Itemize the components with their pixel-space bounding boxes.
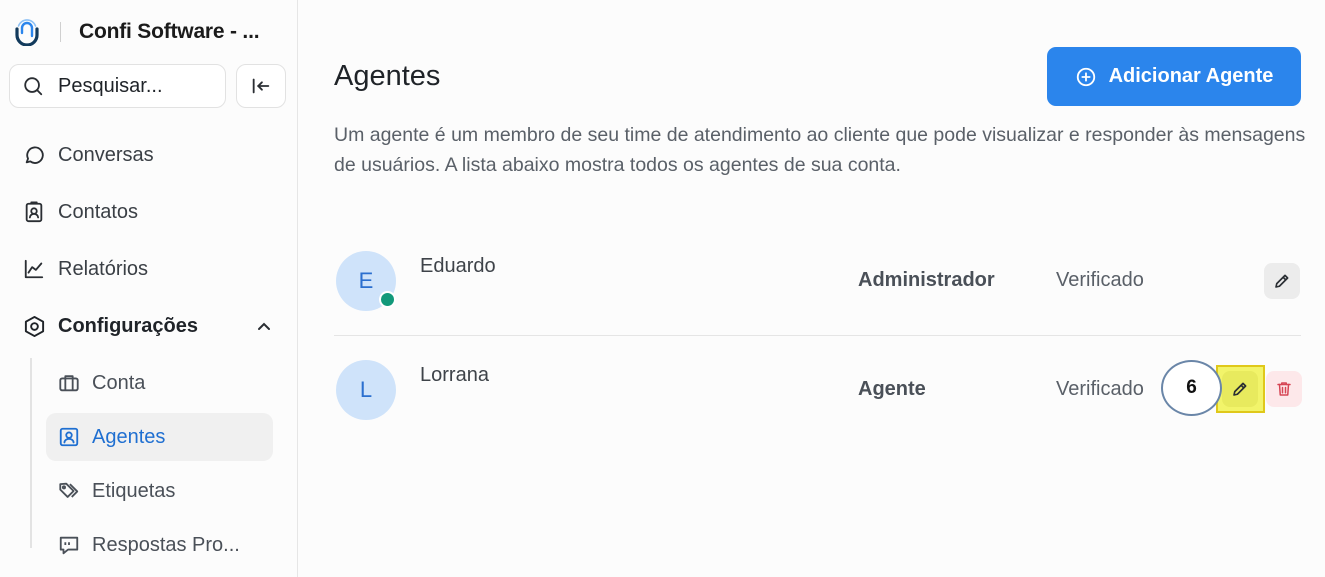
agent-role: Agente <box>858 378 926 400</box>
agent-status: Verificado <box>1056 269 1144 291</box>
collapse-left-icon <box>252 78 270 94</box>
sidebar-subitem-label: Conta <box>92 371 146 394</box>
line-chart-icon <box>22 257 46 281</box>
sidebar-item-label: Conversas <box>58 143 154 166</box>
brand-divider <box>60 22 61 42</box>
sidebar-item-label: Relatórios <box>58 257 149 280</box>
sidebar-item-conversas[interactable]: Conversas <box>22 140 154 170</box>
edit-agent-button[interactable] <box>1264 263 1300 299</box>
canned-response-icon <box>59 536 79 555</box>
add-agent-label: Adicionar Agente <box>1108 65 1274 87</box>
agent-name: Lorrana <box>420 364 489 386</box>
pencil-icon <box>1275 274 1289 288</box>
delete-agent-button[interactable] <box>1266 371 1302 407</box>
settings-hexagon-icon <box>22 314 46 338</box>
briefcase-icon <box>59 375 79 392</box>
step-marker-label: 6 <box>1186 377 1197 398</box>
brand-logo-icon <box>15 19 39 46</box>
search-icon <box>24 77 43 96</box>
online-status-dot <box>379 291 396 308</box>
sidebar-item-respostas[interactable]: Respostas Pro... <box>46 521 273 569</box>
avatar: L <box>336 360 396 420</box>
sidebar-item-conta[interactable]: Conta <box>46 359 273 407</box>
sidebar-item-agentes[interactable]: Agentes <box>46 413 273 461</box>
collapse-sidebar-button[interactable] <box>236 64 286 108</box>
sidebar-subitem-label: Respostas Pro... <box>92 533 240 556</box>
row-divider <box>334 335 1301 336</box>
sidebar-item-relatorios[interactable]: Relatórios <box>22 254 148 284</box>
agent-icon <box>59 427 79 447</box>
account-name[interactable]: Confi Software - ... <box>79 20 260 44</box>
avatar-initial: L <box>359 377 373 402</box>
chevron-up-icon[interactable] <box>256 318 272 334</box>
sidebar-subitem-label: Agentes <box>92 425 166 448</box>
sidebar-item-label: Configurações <box>58 314 199 337</box>
sidebar-item-etiquetas[interactable]: Etiquetas <box>46 467 273 515</box>
page-title: Agentes <box>334 60 441 92</box>
agent-status: Verificado <box>1056 378 1144 400</box>
sidebar-subitem-label: Etiquetas <box>92 479 176 502</box>
sidebar-item-configuracoes[interactable]: Configurações <box>22 311 198 341</box>
page-description: Um agente é um membro de seu time de ate… <box>334 124 1306 176</box>
tags-icon <box>59 482 79 498</box>
agent-role: Administrador <box>858 269 995 291</box>
chat-bubble-icon <box>22 143 46 167</box>
settings-tree-line <box>30 358 32 548</box>
search-placeholder: Pesquisar... <box>58 74 163 97</box>
add-agent-button[interactable]: Adicionar Agente <box>1047 47 1301 106</box>
sidebar-item-label: Contatos <box>58 200 139 223</box>
plus-circle-icon <box>1076 67 1095 86</box>
sidebar-item-contatos[interactable]: Contatos <box>22 197 138 227</box>
avatar-initial: E <box>358 268 374 293</box>
search-input[interactable]: Pesquisar... <box>9 64 226 108</box>
sidebar: Confi Software - ... Pesquisar... Conver… <box>0 0 298 577</box>
step-marker: 6 <box>1161 360 1222 416</box>
pencil-icon <box>1233 382 1247 396</box>
agent-name: Eduardo <box>420 255 496 277</box>
brand[interactable]: Confi Software - ... <box>14 18 260 46</box>
contact-card-icon <box>22 200 46 224</box>
trash-icon <box>1277 382 1291 396</box>
edit-agent-button[interactable] <box>1222 371 1258 407</box>
